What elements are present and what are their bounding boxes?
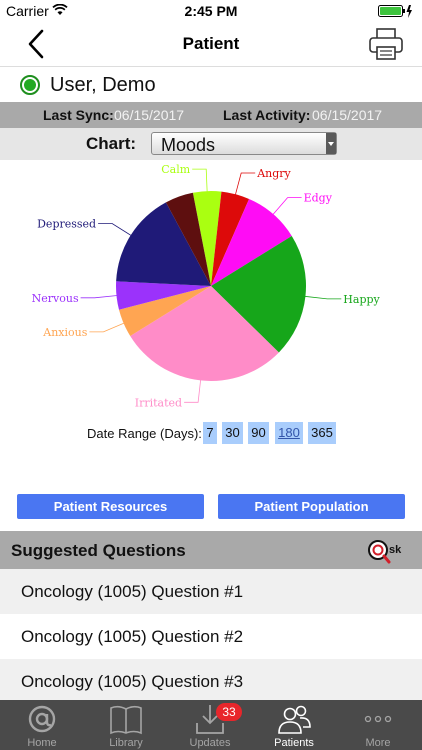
range-option-30[interactable]: 30 xyxy=(222,422,243,444)
pie-label: Depressed xyxy=(37,218,96,231)
chart-selector-row: Chart: Moods xyxy=(0,128,422,160)
tab-bar: Home Library 33 Updates Patients More xyxy=(0,700,422,750)
patient-population-button[interactable]: Patient Population xyxy=(218,494,405,519)
pie-label: Anxious xyxy=(42,326,87,339)
range-option-180[interactable]: 180 xyxy=(275,422,303,444)
question-text: Oncology (1005) Question #3 xyxy=(21,672,244,691)
updates-badge: 33 xyxy=(216,703,242,721)
suggested-questions-title: Suggested Questions xyxy=(11,541,186,560)
pie-label: Calm xyxy=(161,163,190,176)
pie-leader-line xyxy=(192,168,208,194)
date-range-label: Date Range (Days): xyxy=(87,426,202,441)
ask-logo-icon: sk xyxy=(368,540,402,564)
range-option-365[interactable]: 365 xyxy=(308,422,336,444)
printer-icon[interactable] xyxy=(368,26,404,62)
status-bar: Carrier 2:45 PM xyxy=(0,0,422,22)
svg-text:sk: sk xyxy=(389,544,402,556)
pie-leader-line xyxy=(98,223,133,237)
last-activity-label: Last Activity: xyxy=(223,107,311,123)
patient-header: User, Demo xyxy=(0,66,422,102)
tab-home[interactable]: Home xyxy=(0,700,84,750)
range-option-90[interactable]: 90 xyxy=(248,422,269,444)
question-item[interactable]: Oncology (1005) Question #1 xyxy=(0,569,422,614)
suggested-questions-header: Suggested Questions sk xyxy=(0,531,422,569)
mood-pie-chart: Calm Angry Edgy Happy Irritated Anxious Nervou… xyxy=(32,163,381,409)
pie-leader-line xyxy=(89,322,126,333)
page-title: Patient xyxy=(182,34,240,53)
pie-leader-line xyxy=(271,197,302,216)
tab-label: Updates xyxy=(189,737,231,749)
range-option-7[interactable]: 7 xyxy=(203,422,217,444)
tab-updates[interactable]: 33 Updates xyxy=(168,700,252,750)
pie-leader-line xyxy=(80,295,119,299)
date-range-row: Date Range (Days): 7 30 90 180 365 xyxy=(0,420,422,446)
pie-label: Irritated xyxy=(135,396,182,409)
dropdown-arrow-icon xyxy=(326,133,336,154)
pie-label: Happy xyxy=(343,293,380,306)
pie-label: Angry xyxy=(256,167,291,180)
last-activity-value: 06/15/2017 xyxy=(312,107,383,123)
chart-type-select[interactable]: Moods xyxy=(151,132,337,155)
tab-more[interactable]: More xyxy=(336,700,420,750)
tab-label: Home xyxy=(27,737,57,749)
question-item[interactable]: Oncology (1005) Question #3 xyxy=(0,659,422,704)
pie-label: Nervous xyxy=(32,292,79,305)
pie-leader-line xyxy=(234,172,256,197)
last-sync-value: 06/15/2017 xyxy=(114,107,185,123)
patient-screen: Carrier 2:45 PM Patient User, Demo Last … xyxy=(0,0,422,750)
last-sync-label: Last Sync: xyxy=(43,107,114,123)
ellipsis-icon xyxy=(364,715,392,723)
navigation-bar: Patient xyxy=(0,22,422,66)
chart-label: Chart: xyxy=(86,134,137,153)
clock: 2:45 PM xyxy=(184,3,238,19)
pie-label: Edgy xyxy=(304,192,333,205)
at-icon xyxy=(28,705,56,733)
people-icon xyxy=(278,705,311,734)
patient-name: User, Demo xyxy=(50,74,156,96)
book-icon xyxy=(110,705,142,735)
patient-resources-button[interactable]: Patient Resources xyxy=(17,494,204,519)
question-item[interactable]: Oncology (1005) Question #2 xyxy=(0,614,422,659)
sync-info-bar: Last Sync: 06/15/2017 Last Activity: 06/… xyxy=(0,102,422,128)
question-text: Oncology (1005) Question #2 xyxy=(21,627,244,646)
pie-leader-line xyxy=(184,378,202,403)
battery-icon xyxy=(378,5,412,18)
tab-library[interactable]: Library xyxy=(84,700,168,750)
tab-label: Library xyxy=(109,737,143,749)
tab-label: More xyxy=(365,737,391,749)
status-indicator-icon xyxy=(20,75,40,95)
tab-patients[interactable]: Patients xyxy=(252,700,336,750)
tab-label: Patients xyxy=(274,737,314,749)
question-text: Oncology (1005) Question #1 xyxy=(21,582,244,601)
pie-leader-line xyxy=(303,295,342,300)
chart-type-value: Moods xyxy=(161,135,216,155)
